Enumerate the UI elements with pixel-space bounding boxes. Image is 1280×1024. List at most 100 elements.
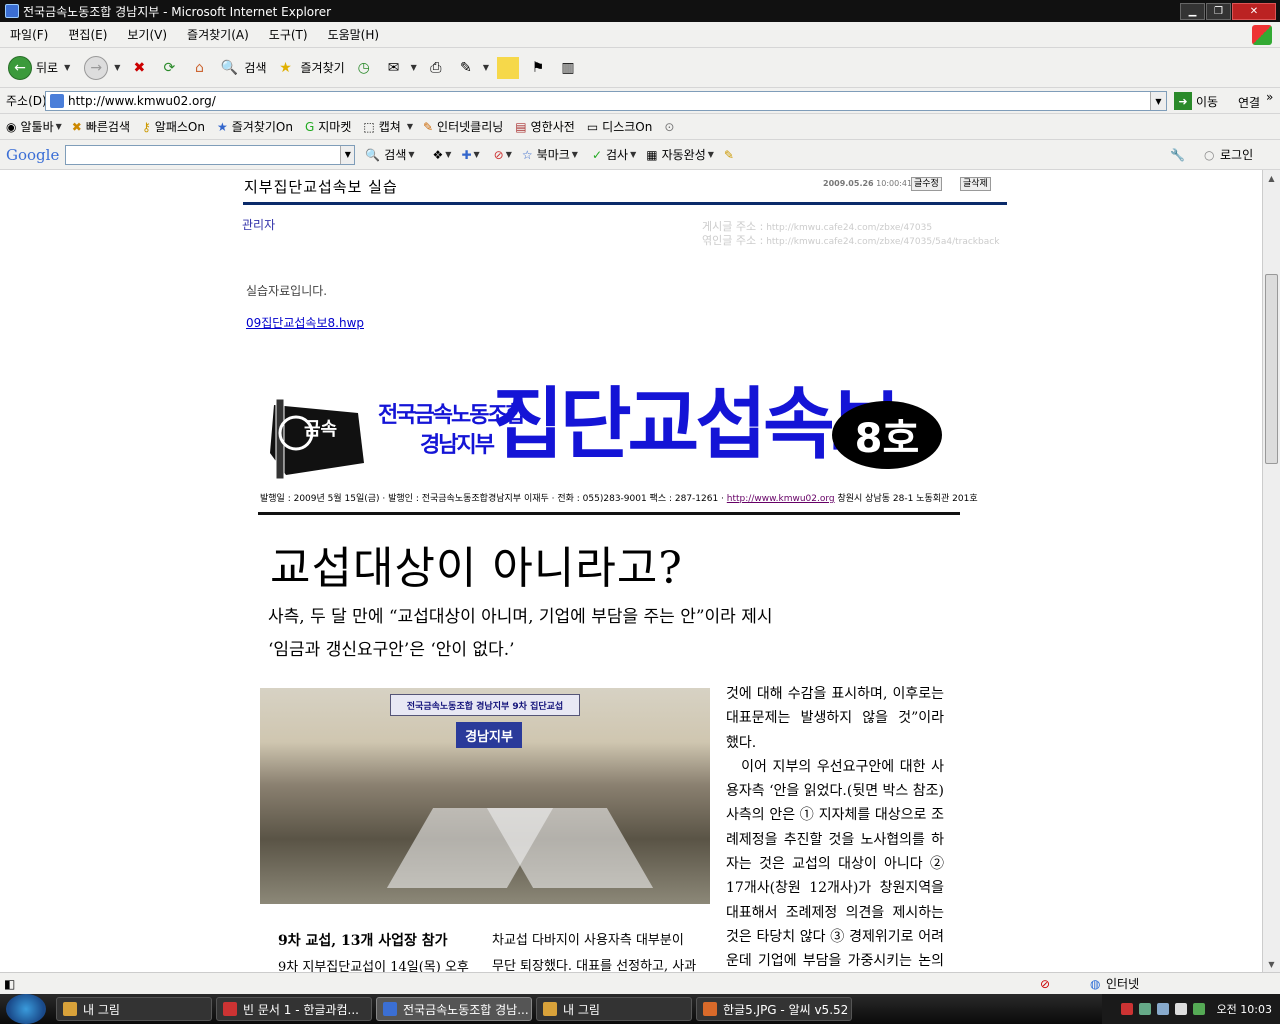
menu-edit[interactable]: 편집(E) — [68, 26, 107, 43]
google-search-dropdown[interactable]: ▼ — [340, 145, 355, 164]
chevron-right-icon[interactable]: » — [1266, 90, 1273, 104]
refresh-icon: ⟳ — [163, 59, 176, 76]
highlight-icon[interactable]: ✎ — [724, 148, 734, 162]
go-arrow-icon: ➜ — [1174, 92, 1192, 110]
sidewiki-icon[interactable]: ❖ — [433, 148, 444, 162]
forward-button[interactable]: → ▼ — [84, 55, 120, 80]
mail-button[interactable]: ✉ ▼ — [383, 57, 417, 79]
scroll-up-icon[interactable]: ▲ — [1263, 170, 1280, 186]
alpass-button[interactable]: 알패스On — [155, 118, 205, 135]
edit-button[interactable]: ✎ ▼ — [455, 57, 489, 79]
close-button[interactable]: ✕ — [1232, 2, 1276, 20]
task-item-4[interactable]: 내 그림 — [536, 997, 692, 1021]
dictionary-button[interactable]: 영한사전 — [531, 118, 575, 135]
menu-tools[interactable]: 도구(T) — [269, 26, 308, 43]
taskbar: 내 그림 빈 문서 1 - 한글과컴... 전국금속노동조합 경남... 내 그… — [0, 994, 1280, 1024]
edit-icon: ✎ — [459, 59, 472, 76]
popup-blocker-icon[interactable]: ⊘ — [494, 148, 504, 162]
star-icon: ★ — [279, 59, 292, 76]
wrench-icon[interactable]: 🔧 — [1170, 148, 1185, 162]
vertical-scrollbar[interactable]: ▲ ▼ — [1262, 170, 1280, 972]
messenger-button[interactable]: ⚑ — [527, 57, 549, 79]
disk-on-button[interactable]: 디스크On — [602, 118, 652, 135]
search-button[interactable]: 🔍 검색 — [218, 57, 267, 79]
pubinfo-link[interactable]: http://www.kmwu02.org — [727, 494, 835, 504]
history-button[interactable]: ◷ — [353, 57, 375, 79]
menu-help[interactable]: 도움말(H) — [328, 26, 380, 43]
start-button[interactable] — [6, 994, 46, 1024]
address-dropdown-button[interactable]: ▼ — [1150, 92, 1166, 110]
capture-button[interactable]: 캡쳐 — [379, 118, 401, 135]
task-label-3: 전국금속노동조합 경남... — [403, 1002, 529, 1017]
login-button[interactable]: 로그인 — [1220, 146, 1253, 163]
favorites-on-button[interactable]: 즐겨찾기On — [232, 118, 293, 135]
home-icon: ⌂ — [194, 59, 204, 76]
refresh-button[interactable]: ⟳ — [158, 57, 180, 79]
gmarket-button[interactable]: 지마켓 — [318, 118, 351, 135]
more-chevron-icon[interactable]: ⊙ — [664, 120, 674, 134]
ie-task-icon — [383, 1002, 397, 1016]
page-status-icon: ◧ — [4, 976, 16, 991]
go-button[interactable]: ➜ 이동 — [1174, 92, 1218, 110]
altoolbar-button[interactable]: 알툴바 — [20, 118, 53, 135]
photo-banner: 전국금속노동조합 경남지부 9차 집단교섭 — [390, 694, 580, 716]
attachment-link[interactable]: 09집단교섭속보8.hwp — [246, 314, 364, 331]
altools-toolbar: ◉ 알툴바 ▼ ✖ 빠른검색 ⚷ 알패스On ★ 즐겨찾기On G 지마켓 ⬚ 캡쳐 ▼ ✎ 인… — [0, 114, 1280, 140]
task-item-3[interactable]: 전국금속노동조합 경남... — [376, 997, 532, 1021]
internet-cleaning-button[interactable]: 인터넷클리닝 — [437, 118, 503, 135]
tray-icon-3[interactable] — [1156, 1003, 1169, 1015]
note-button[interactable] — [496, 56, 519, 79]
minimize-button[interactable]: ▁ — [1180, 2, 1205, 20]
address-input[interactable]: http://www.kmwu02.org/ ▼ — [45, 91, 1167, 111]
bookmark-button[interactable]: 북마크 — [537, 146, 570, 163]
links-button[interactable]: 연결 — [1238, 94, 1260, 111]
popup-blocked-icon[interactable]: ⊘ — [1040, 977, 1050, 991]
print-button[interactable]: ⎙ — [425, 57, 447, 79]
tray-icon-5[interactable] — [1192, 1003, 1205, 1015]
tray-icon-4[interactable] — [1174, 1003, 1187, 1015]
pubinfo-address: 창원시 상남동 28-1 노동회관 201호 — [834, 494, 978, 504]
scroll-thumb[interactable] — [1265, 274, 1278, 464]
favorites-button[interactable]: ★ 즐겨찾기 — [275, 57, 344, 79]
post-author[interactable]: 관리자 — [242, 216, 275, 233]
maximize-button[interactable]: ❐ — [1206, 2, 1231, 20]
plus-icon[interactable]: ✚ — [461, 148, 471, 162]
article-right-column: 것에 대해 수감을 표시하며, 이후로는 대표문제는 발생하지 않을 것”이라 … — [726, 686, 944, 970]
search-label: 검색 — [244, 61, 267, 75]
menu-favorites[interactable]: 즐겨찾기(A) — [187, 26, 249, 43]
delete-post-button[interactable]: 글삭제 — [960, 177, 991, 191]
google-search-input[interactable]: ▼ — [65, 144, 356, 165]
quicksearch-button[interactable]: 빠른검색 — [86, 118, 130, 135]
back-button[interactable]: ← 뒤로 ▼ — [8, 55, 70, 80]
altoolbar-icon: ◉ — [6, 119, 17, 134]
note-icon — [496, 56, 519, 79]
forward-arrow-icon: → — [84, 55, 109, 80]
back-arrow-icon: ← — [8, 55, 32, 80]
task-item-1[interactable]: 내 그림 — [56, 997, 212, 1021]
folder-icon-2 — [543, 1002, 557, 1016]
task-item-2[interactable]: 빈 문서 1 - 한글과컴... — [216, 997, 372, 1021]
edit-post-button[interactable]: 글수정 — [911, 177, 942, 191]
stop-button[interactable]: ✖ — [128, 57, 150, 79]
research-button[interactable]: ▥ — [557, 57, 579, 79]
menu-file[interactable]: 파일(F) — [10, 26, 48, 43]
scroll-down-icon[interactable]: ▼ — [1263, 956, 1280, 972]
section-text: 9차 지부집단교섭이 14일(목) 오후 — [278, 960, 469, 972]
google-search-button[interactable]: 검색 — [384, 146, 406, 163]
autofill-button[interactable]: 자동완성 — [662, 146, 706, 163]
subheadline-1: 사측, 두 달 만에 “교섭대상이 아니며, 기업에 부담을 주는 안”이라 제… — [268, 607, 773, 627]
bookmark-star-icon: ☆ — [521, 147, 533, 162]
favorites-star-icon: ★ — [216, 119, 228, 134]
trackback-url[interactable]: http://kmwu.cafe24.com/zbxe/47035/5a4/tr… — [766, 237, 999, 247]
tray-icon-2[interactable] — [1138, 1003, 1151, 1015]
capture-icon: ⬚ — [363, 119, 375, 134]
home-button[interactable]: ⌂ — [188, 57, 210, 79]
disk-icon: ▭ — [586, 119, 599, 134]
task-item-5[interactable]: 한글5.JPG - 알씨 v5.52 — [696, 997, 852, 1021]
ie-icon — [5, 4, 19, 18]
tray-icon-1[interactable] — [1120, 1003, 1133, 1015]
clock[interactable]: 오전 10:03 — [1217, 1001, 1272, 1017]
menu-view[interactable]: 보기(V) — [127, 26, 167, 43]
zone-label: 인터넷 — [1106, 977, 1140, 991]
spellcheck-button[interactable]: 검사 — [606, 146, 628, 163]
